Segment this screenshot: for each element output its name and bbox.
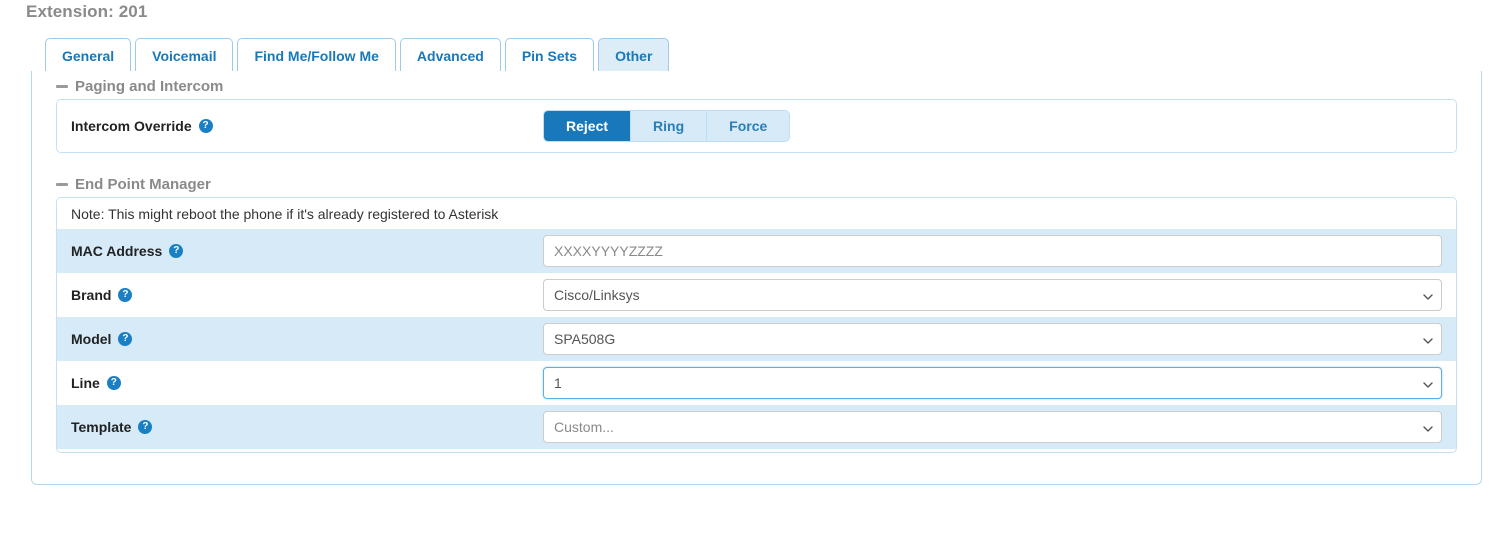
line-select[interactable]: 1	[543, 367, 1442, 399]
endpoint-fields-list: MAC Address?Brand?Cisco/LinksysModel?SPA…	[57, 229, 1456, 449]
model-label-group: Model?	[71, 331, 543, 347]
brand-label-group: Brand?	[71, 287, 543, 303]
template-select[interactable]: Custom...	[543, 411, 1442, 443]
minus-icon[interactable]	[56, 183, 68, 186]
model-control: SPA508G	[543, 323, 1442, 355]
model-label: Model	[71, 331, 112, 347]
question-mark-icon[interactable]: ?	[106, 376, 121, 390]
extension-other-tab-page: Extension: 201 General Voicemail Find Me/F…	[0, 0, 1507, 549]
paging-section-title: Paging and Intercom	[75, 78, 224, 95]
tab-strip: General Voicemail Find Me/Follow Me Advance…	[31, 36, 1482, 72]
template-label-group: Template?	[71, 419, 543, 435]
mac-address-input[interactable]	[543, 235, 1442, 267]
intercom-override-label-group: Intercom Override ?	[71, 118, 543, 134]
model-select-wrap: SPA508G	[543, 323, 1442, 355]
mac-address-row: MAC Address?	[57, 229, 1456, 273]
model-select[interactable]: SPA508G	[543, 323, 1442, 355]
line-select-wrap: 1	[543, 367, 1442, 399]
tab-other[interactable]: Other	[598, 38, 670, 72]
intercom-override-label: Intercom Override	[71, 118, 192, 134]
tab-pin-sets[interactable]: Pin Sets	[504, 38, 595, 72]
intercom-ring-button[interactable]: Ring	[630, 111, 707, 141]
minus-icon[interactable]	[56, 85, 68, 88]
line-label: Line	[71, 375, 100, 391]
tab-find-me-follow-me[interactable]: Find Me/Follow Me	[237, 38, 396, 72]
brand-select[interactable]: Cisco/Linksys	[543, 279, 1442, 311]
endpoint-note: Note: This might reboot the phone if it'…	[57, 198, 1456, 229]
paging-section-header[interactable]: Paging and Intercom	[56, 78, 223, 95]
template-select-wrap: Custom...	[543, 411, 1442, 443]
question-mark-icon[interactable]: ?	[118, 288, 133, 302]
question-mark-icon[interactable]: ?	[198, 119, 213, 133]
template-row: Template? Custom...	[57, 405, 1456, 449]
brand-row: Brand? Cisco/Linksys	[57, 273, 1456, 317]
intercom-force-button[interactable]: Force	[706, 111, 790, 141]
question-mark-icon[interactable]: ?	[169, 244, 184, 258]
intercom-override-row: Intercom Override ? Reject Ring Force	[57, 100, 1456, 152]
endpoint-manager-section-header[interactable]: End Point Manager	[56, 176, 211, 193]
question-mark-icon[interactable]: ?	[118, 332, 133, 346]
page-title: Extension: 201	[26, 2, 148, 21]
mac-address-label-group: MAC Address?	[71, 243, 543, 259]
intercom-reject-button[interactable]: Reject	[544, 111, 631, 141]
template-label: Template	[71, 419, 132, 435]
model-row: Model? SPA508G	[57, 317, 1456, 361]
tab-voicemail[interactable]: Voicemail	[135, 38, 234, 72]
endpoint-manager-section-title: End Point Manager	[75, 176, 211, 193]
brand-label: Brand	[71, 287, 112, 303]
mac-address-label: MAC Address	[71, 243, 163, 259]
tab-advanced[interactable]: Advanced	[399, 38, 501, 72]
template-control: Custom...	[543, 411, 1442, 443]
intercom-override-button-group: Reject Ring Force	[543, 110, 791, 142]
tab-general[interactable]: General	[45, 38, 132, 72]
line-row: Line? 1	[57, 361, 1456, 405]
mac-address-control	[543, 235, 1442, 267]
question-mark-icon[interactable]: ?	[138, 420, 153, 434]
paging-panel: Intercom Override ? Reject Ring Force	[56, 99, 1457, 153]
brand-control: Cisco/Linksys	[543, 279, 1442, 311]
brand-select-wrap: Cisco/Linksys	[543, 279, 1442, 311]
line-control: 1	[543, 367, 1442, 399]
endpoint-manager-panel: Note: This might reboot the phone if it'…	[56, 197, 1457, 453]
settings-card: Paging and Intercom Intercom Override ? …	[31, 71, 1482, 485]
intercom-override-control: Reject Ring Force	[543, 110, 1442, 142]
line-label-group: Line?	[71, 375, 543, 391]
